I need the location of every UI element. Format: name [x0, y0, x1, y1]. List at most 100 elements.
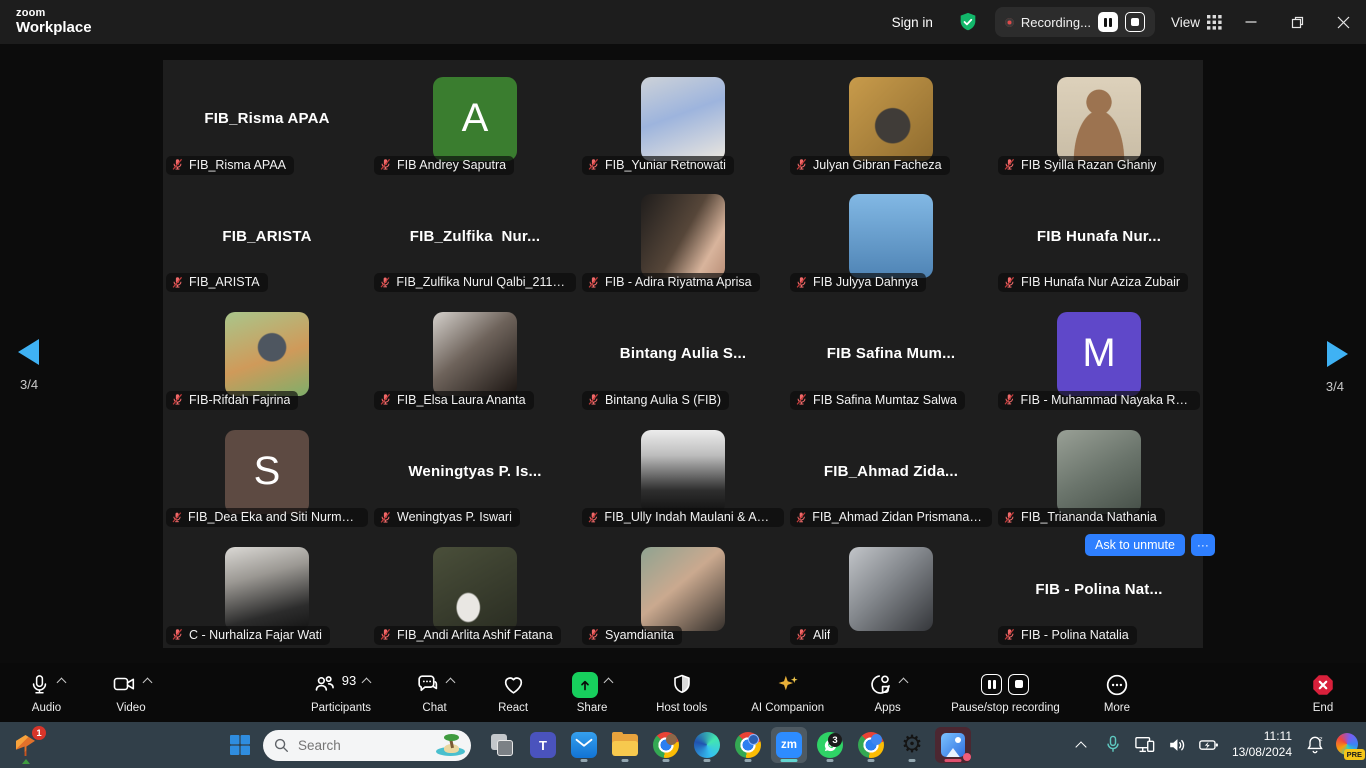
participant-tile[interactable]: Julyan Gibran Facheza: [787, 60, 995, 178]
ai-sparkle-icon: [775, 672, 801, 698]
minimize-button[interactable]: [1228, 0, 1274, 44]
participant-name-label: FIB Andrey Saputra: [397, 158, 506, 172]
tray-display-cast-icon[interactable]: [1134, 733, 1156, 757]
taskbar-icon-settings[interactable]: ⚙: [894, 727, 930, 763]
stop-recording-button[interactable]: [1125, 12, 1145, 32]
participant-tile[interactable]: FIB_Yuniar Retnowati: [579, 60, 787, 178]
participant-photo-anime-boy-arms-crossed: [849, 77, 933, 161]
chevron-up-icon[interactable]: [446, 677, 456, 687]
participant-tile[interactable]: C - Nurhaliza Fajar Wati: [163, 530, 371, 648]
participant-more-options-button[interactable]: ···: [1191, 534, 1215, 556]
close-button[interactable]: [1320, 0, 1366, 44]
participant-tile[interactable]: FIB_Elsa Laura Ananta: [371, 295, 579, 413]
taskbar-icon-file-explorer[interactable]: [607, 727, 643, 763]
participant-tile[interactable]: FIB Hunafa Nur...FIB Hunafa Nur Aziza Zu…: [995, 178, 1203, 296]
taskbar-icon-teams[interactable]: T: [525, 727, 561, 763]
mic-muted-icon: [1003, 158, 1016, 171]
video-button[interactable]: Video: [111, 672, 151, 714]
participant-tile[interactable]: FIB - Adira Riyatma Aprisa: [579, 178, 787, 296]
taskbar-icon-edge[interactable]: [689, 727, 725, 763]
participant-tile[interactable]: FIB Safina Mum...FIB Safina Mumtaz Salwa: [787, 295, 995, 413]
chrome-person-badge: [871, 734, 882, 745]
restore-button[interactable]: [1274, 0, 1320, 44]
clock-date: 13/08/2024: [1232, 745, 1292, 761]
participant-photo-woman-hijab-bw: [641, 430, 725, 514]
participant-tile[interactable]: FIB_Andi Arlita Ashif Fatana: [371, 530, 579, 648]
participant-name-label: FIB-Rifdah Fajrina: [189, 393, 290, 407]
participant-tile[interactable]: FIB_Risma APAAFIB_Risma APAA: [163, 60, 371, 178]
participant-name-label: FIB_Andi Arlita Ashif Fatana: [397, 628, 553, 642]
pause-recording-button[interactable]: [1098, 12, 1118, 32]
participant-tile[interactable]: AFIB Andrey Saputra: [371, 60, 579, 178]
participant-tile[interactable]: Syamdianita: [579, 530, 787, 648]
page-indicator-left: 3/4: [20, 377, 38, 392]
zoom-workplace-logo: zoom Workplace: [16, 8, 92, 35]
chevron-up-icon[interactable]: [604, 677, 614, 687]
participant-tile[interactable]: FIB_Zulfika Nur...FIB_Zulfika Nurul Qalb…: [371, 178, 579, 296]
security-shield-icon[interactable]: [957, 11, 979, 33]
view-button[interactable]: View: [1171, 15, 1222, 30]
previous-page-arrow[interactable]: [18, 339, 39, 365]
participant-tile[interactable]: FIB_Triananda Nathania: [995, 413, 1203, 531]
participant-name-pill: FIB_ARISTA: [166, 273, 268, 292]
host-tools-button[interactable]: Host tools: [656, 672, 707, 714]
participant-tile[interactable]: FIB-Rifdah Fajrina: [163, 295, 371, 413]
participant-tile[interactable]: SFIB_Dea Eka and Siti Nurmasyi...: [163, 413, 371, 531]
participant-tile[interactable]: Bintang Aulia S...Bintang Aulia S (FIB): [579, 295, 787, 413]
more-button[interactable]: More: [1104, 672, 1130, 714]
participant-tile[interactable]: FIB_Ully Indah Maulani & Adel...: [579, 413, 787, 531]
tray-speaker-icon[interactable]: [1166, 733, 1188, 757]
stop-icon[interactable]: [1008, 674, 1029, 695]
ai-companion-button[interactable]: AI Companion: [751, 672, 824, 714]
taskbar-icon-photos[interactable]: [935, 727, 971, 763]
taskbar-icon-chrome-profile-1[interactable]: [648, 727, 684, 763]
taskbar-icon-snip-overlay[interactable]: [484, 727, 520, 763]
pause-icon[interactable]: [981, 674, 1002, 695]
chevron-up-icon[interactable]: [899, 677, 909, 687]
participant-letter-avatar: A: [433, 77, 517, 161]
taskbar-icon-zoom[interactable]: zm: [771, 727, 807, 763]
tray-show-hidden-icons[interactable]: [1070, 733, 1092, 757]
next-page-arrow[interactable]: [1327, 341, 1348, 367]
start-button[interactable]: [222, 727, 258, 763]
participant-tile[interactable]: FIB Syilla Razan Ghaniy: [995, 60, 1203, 178]
recording-label: Recording...: [1021, 15, 1091, 30]
participants-button[interactable]: 93Participants: [311, 672, 371, 714]
search-input[interactable]: [296, 737, 429, 754]
tray-notification-bell-icon[interactable]: z: [1304, 733, 1326, 757]
taskbar-notification-icon[interactable]: 1: [16, 730, 44, 760]
taskbar-icon-mail[interactable]: [566, 727, 602, 763]
participant-tile[interactable]: FIB_ARISTAFIB_ARISTA: [163, 178, 371, 296]
tray-microphone-icon[interactable]: [1102, 733, 1124, 757]
taskbar-icon-chrome-profile-2[interactable]: [730, 727, 766, 763]
mic-muted-icon: [587, 628, 600, 641]
end-button[interactable]: End: [1310, 672, 1336, 714]
copilot-icon[interactable]: PRE: [1336, 733, 1360, 757]
react-button[interactable]: React: [498, 672, 528, 714]
pause-stop-recording-button[interactable]: Pause/stop recording: [951, 672, 1060, 714]
participant-tile[interactable]: Alif: [787, 530, 995, 648]
taskbar-icon-whatsapp[interactable]: 3: [812, 727, 848, 763]
taskbar-icon-chrome-profile-3[interactable]: [853, 727, 889, 763]
ai-companion-icon-row: [775, 672, 801, 699]
apps-button[interactable]: Apps: [868, 672, 907, 714]
participant-display-name: FIB Hunafa Nur...: [1037, 228, 1161, 245]
participant-tile[interactable]: FIB_Ahmad Zida...FIB_Ahmad Zidan Prisman…: [787, 413, 995, 531]
chevron-up-icon[interactable]: [362, 677, 372, 687]
ask-to-unmute-button[interactable]: Ask to unmute: [1085, 534, 1185, 556]
tray-battery-icon[interactable]: [1198, 733, 1220, 757]
share-button[interactable]: Share: [572, 672, 612, 714]
chat-button[interactable]: Chat: [415, 672, 454, 714]
search-icon: [274, 738, 289, 753]
mic-muted-icon: [379, 276, 391, 289]
chevron-up-icon[interactable]: [143, 677, 153, 687]
taskbar-clock[interactable]: 11:11 13/08/2024: [1232, 729, 1292, 760]
audio-button[interactable]: Audio: [28, 672, 65, 714]
participant-tile[interactable]: Weningtyas P. Is...Weningtyas P. Iswari: [371, 413, 579, 531]
participant-tile[interactable]: FIB Julyya Dahnya: [787, 178, 995, 296]
participant-tile[interactable]: MFIB - Muhammad Nayaka Rey...: [995, 295, 1203, 413]
taskbar-search-box[interactable]: [263, 730, 471, 761]
sign-in-button[interactable]: Sign in: [884, 11, 941, 34]
chevron-up-icon[interactable]: [57, 677, 67, 687]
grid-view-icon: [1207, 15, 1222, 30]
